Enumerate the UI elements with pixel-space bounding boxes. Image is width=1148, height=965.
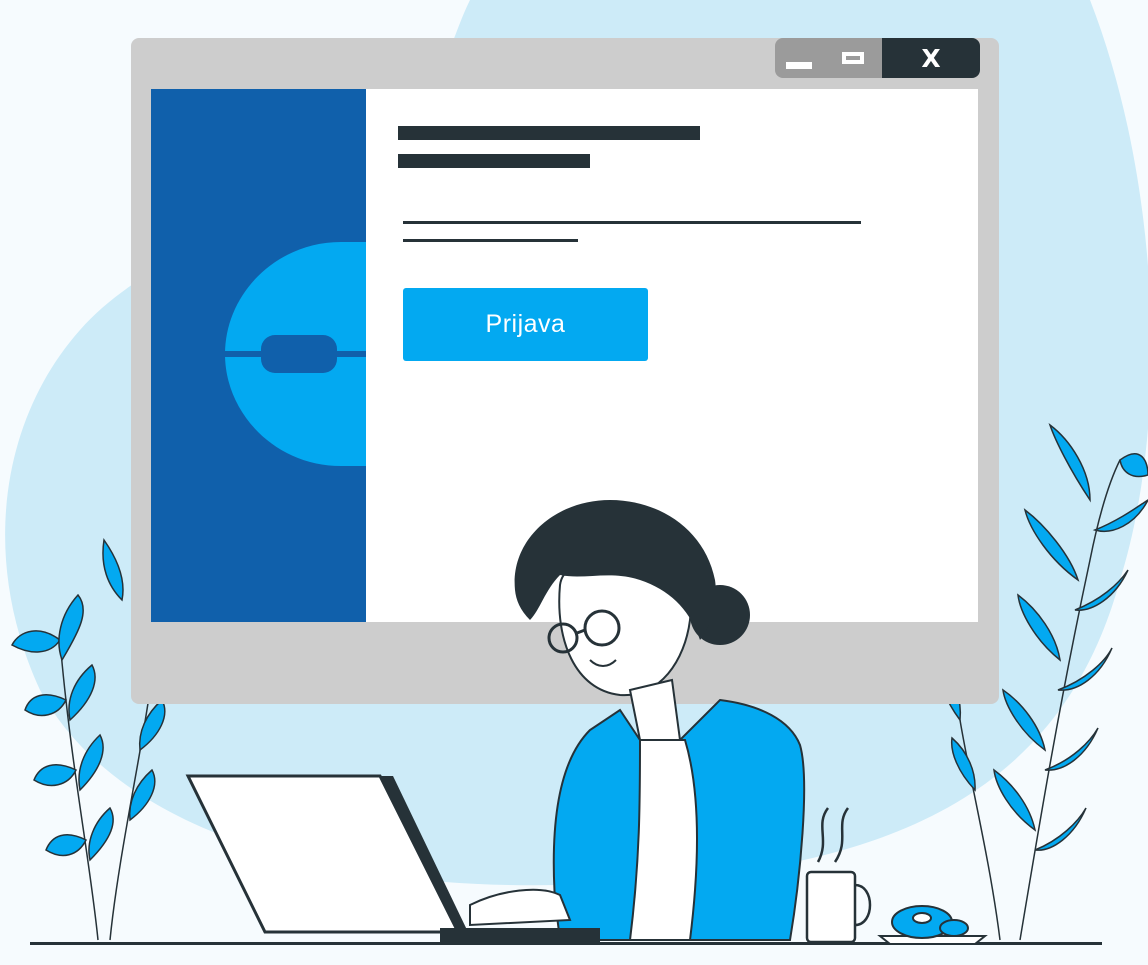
coffee-mug-icon (805, 807, 872, 944)
donut-icon (877, 905, 988, 945)
laptop-base (440, 928, 600, 942)
laptop-screen (185, 774, 461, 934)
person-illustration (185, 500, 988, 945)
